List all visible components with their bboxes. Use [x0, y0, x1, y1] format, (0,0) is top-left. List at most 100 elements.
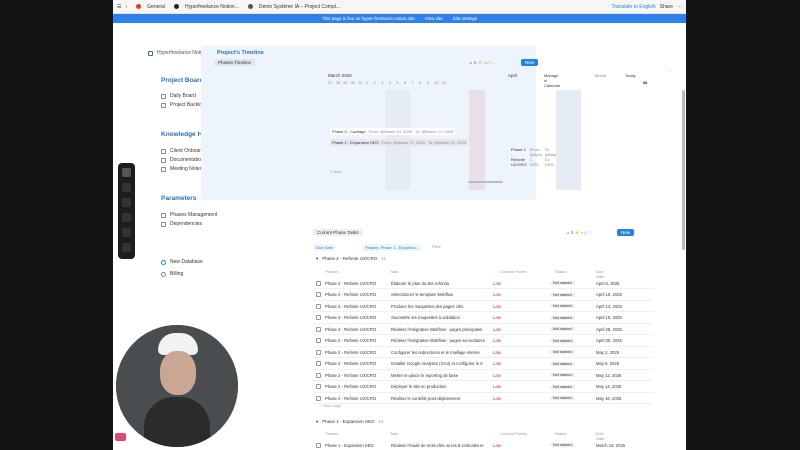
row-checkbox[interactable]	[316, 361, 321, 366]
row-checkbox[interactable]	[316, 372, 321, 378]
toggle-icon[interactable]: ▾	[316, 256, 318, 262]
nav-documentation[interactable]: Documentation	[161, 157, 204, 163]
table-row[interactable]: Phase 2 - Refonte UX/CRO Soumettre les ma…	[313, 313, 653, 324]
menu-icon[interactable]: ☰	[117, 4, 121, 10]
share-button[interactable]: Share	[660, 4, 673, 10]
table-row[interactable]: Phase 2 - Refonte UX/CRO Configurer les r…	[313, 347, 653, 358]
tab-label: Phases Timeline	[218, 60, 252, 65]
toggle-icon[interactable]: ▾	[316, 419, 318, 425]
table-row[interactable]: Phase 2 - Refonte UX/CRO Mettre en place …	[313, 370, 653, 381]
row-phase: Phase 2 - Refonte UX/CRO	[325, 349, 377, 355]
nav-billing[interactable]: Billing	[161, 271, 183, 277]
row-task: Réaliser l'intégration Webflow - pages s…	[391, 338, 485, 343]
weekend-shade	[556, 90, 581, 190]
notion-icon	[173, 4, 179, 9]
row-status: Not started	[550, 361, 575, 366]
row-phase: Phase 2 - Refonte UX/CRO	[325, 326, 377, 332]
date-tick: 7	[411, 81, 414, 85]
row-checkbox[interactable]	[316, 384, 321, 389]
timeline-new-button[interactable]: New	[521, 59, 539, 66]
nav-new-database[interactable]: New Database	[161, 259, 203, 265]
row-phase: Phase 2 - Refonte UX/CRO	[325, 280, 377, 286]
filter-due-date[interactable]: Due Date	[313, 244, 336, 251]
pause-tool-icon[interactable]	[122, 198, 131, 207]
row-status: Not started	[550, 373, 575, 377]
nav-daily-board[interactable]: Daily Board	[161, 93, 196, 99]
row-task: Déployer le site en production	[391, 384, 447, 389]
nav-meeting-notes[interactable]: Meeting Notes	[161, 166, 202, 172]
row-checkbox[interactable]	[316, 292, 321, 297]
phase-to: To: @May 13, 2025	[544, 147, 557, 167]
row-task: Élaborer le plan du site refondu	[391, 280, 450, 286]
table-row[interactable]: Phase 2 - Refonte UX/CRO Sélectionner le …	[313, 290, 653, 301]
month-march: March 2025	[328, 73, 352, 78]
row-checkbox[interactable]	[316, 395, 321, 401]
table-row[interactable]: Phase 2 - Refonte UX/CRO Réaliser l'intég…	[313, 324, 653, 335]
row-checkbox[interactable]	[316, 280, 321, 286]
date-tick: 28	[335, 81, 340, 85]
row-task: Installer Google Analytics (GA4) et conf…	[391, 361, 483, 366]
table-row[interactable]: Phase 2 - Refonte UX/CRO Réaliser le cont…	[313, 393, 653, 404]
nav-dependencies[interactable]: Dependencies	[161, 221, 202, 227]
row-checkbox[interactable]	[316, 326, 321, 332]
translate-button[interactable]: Translate to English	[612, 4, 656, 10]
nav-label: Project Backlog	[170, 102, 205, 108]
row-status: Not started	[550, 443, 575, 447]
row-checkbox[interactable]	[316, 338, 321, 343]
more-icon[interactable]: ···	[677, 4, 682, 10]
site-settings-link[interactable]: Site settings	[453, 16, 478, 21]
group-header-phase1[interactable]: ▾ Phase 1 - Expansion SEO 14	[316, 419, 384, 425]
table-row[interactable]: Phase 2 - Refonte UX/CRO Élaborer le plan…	[313, 278, 653, 289]
tab-hyperfreelance[interactable]: Hyperfreelance Notion...	[170, 4, 239, 10]
filter-phases[interactable]: Phases: Phase 1 - Expansio...	[362, 244, 422, 251]
row-task: Sélectionner le template Webflow	[391, 292, 454, 297]
timeline-toolbar-icons[interactable]: ⊿ ⇅ ⚡ ⌕ ⤢ ⋯	[469, 60, 496, 65]
new-page-row[interactable]: + New page	[320, 403, 341, 408]
timeline-scrollbar[interactable]	[468, 181, 503, 183]
table-row[interactable]: Phase 2 - Refonte UX/CRO Installer Google…	[313, 359, 653, 370]
refresh-icon	[161, 212, 166, 218]
row-checkbox[interactable]	[316, 315, 321, 320]
pen-tool-icon[interactable]	[122, 183, 131, 192]
phase-from: From: @March 17, 2025	[381, 140, 425, 145]
tasks-toolbar-icons[interactable]: ⊿ ⇅ ⚡ ⌕ ⤢ ⋯	[566, 230, 593, 235]
date-tick: 3	[381, 81, 384, 85]
settings-tool-icon[interactable]	[122, 228, 131, 237]
timeline-new-row[interactable]: + New	[330, 169, 341, 174]
row-status: Not started	[550, 304, 575, 308]
row-checkbox[interactable]	[316, 349, 321, 355]
draw-tool-icon[interactable]	[122, 213, 131, 222]
table-row[interactable]: Phase 2 - Refonte UX/CRO Déployer le site…	[313, 382, 653, 393]
month-select[interactable]: Month	[595, 73, 606, 78]
date-tick: 8	[419, 81, 422, 85]
tab-general[interactable]: General	[132, 4, 165, 10]
phases-timeline-tab[interactable]: Phases Timeline	[214, 59, 256, 66]
row-checkbox[interactable]	[316, 303, 321, 309]
record-button[interactable]	[115, 433, 126, 441]
group-count: 14	[378, 419, 384, 424]
table-row[interactable]: Phase 1 - Expansion SEO Réaliser l'étude…	[313, 440, 653, 450]
nav-project-backlog[interactable]: Project Backlog	[161, 102, 205, 108]
back-icon[interactable]: ‹	[125, 4, 127, 10]
table-row[interactable]: Phase 2 - Refonte UX/CRO Produire les maq…	[313, 301, 653, 312]
delete-tool-icon[interactable]	[122, 243, 131, 252]
today-button[interactable]: Today	[625, 73, 636, 78]
webcam-bubble[interactable]	[116, 325, 238, 447]
group-header-phase2[interactable]: ▾ Phase 2 - Refonte UX/CRO 11	[316, 256, 386, 262]
tasks-new-button[interactable]: New	[617, 229, 635, 236]
page-scrollbar[interactable]	[682, 90, 685, 250]
current-phase-tasks-tab[interactable]: Current Phase Tasks	[313, 229, 363, 236]
page-more-icon[interactable]: ···	[668, 68, 673, 73]
row-checkbox[interactable]	[316, 442, 321, 448]
add-filter-button[interactable]: Filter	[432, 244, 441, 249]
tab-demo[interactable]: Demo Système IA – Project Compl...	[244, 4, 340, 10]
phase0-bar[interactable]: Phase 0 - Cadrage From: @March 14, 2025 To…	[330, 128, 456, 135]
camera-tool-icon[interactable]	[122, 168, 131, 177]
phase2-bar[interactable]: Phase 2 - Refonte UX/CRO From: @April 1, …	[511, 147, 556, 167]
view-site-link[interactable]: View site	[425, 16, 443, 21]
table-row[interactable]: Phase 2 - Refonte UX/CRO Réaliser l'intég…	[313, 336, 653, 347]
row-points: Late	[493, 395, 502, 401]
phase1-bar[interactable]: Phase 1 - Expansion SEO From: @March 17, …	[330, 139, 469, 146]
row-due: March 18, 2025	[596, 442, 626, 448]
nav-phases-management[interactable]: Phases Management	[161, 212, 217, 218]
